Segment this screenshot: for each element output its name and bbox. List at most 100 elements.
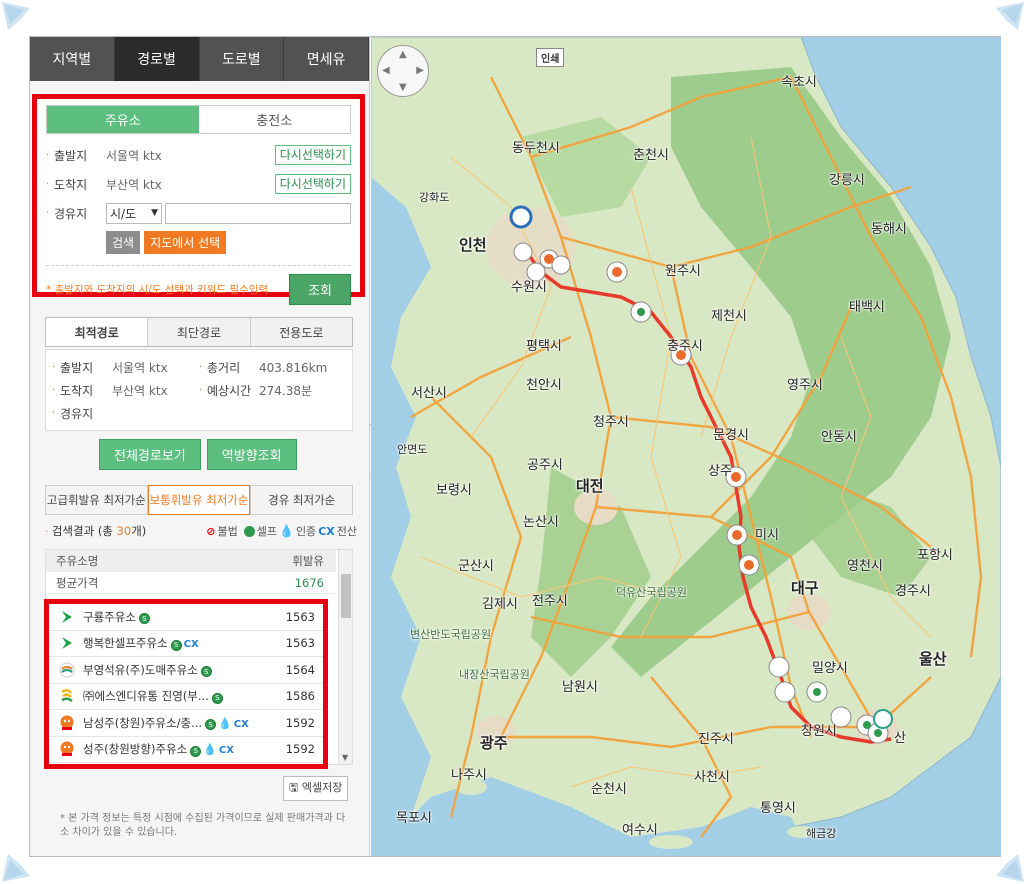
- bullet-icon: ·: [199, 362, 203, 373]
- tab-tax-free-oil[interactable]: 면세유: [284, 37, 369, 81]
- chevron-down-icon: ▼: [151, 208, 158, 218]
- origin-reselect-button[interactable]: 다시선택하기: [274, 145, 351, 165]
- average-price-row: 평균가격 1676: [46, 572, 336, 594]
- map-label: 대구: [791, 579, 819, 597]
- tab-expressway-route[interactable]: 전용도로: [250, 318, 352, 346]
- required-input-notice: * 출발지와 도착지의 시/도 선택과 키워드 필수입력: [46, 284, 269, 296]
- tab-diesel-lowest[interactable]: 경유 최저가순: [250, 485, 354, 515]
- map-label: 남원시: [562, 680, 598, 695]
- map-label: 진주시: [698, 732, 734, 747]
- tab-by-route[interactable]: 경로별: [114, 37, 200, 81]
- legend: ⊘ 불법 셀프 💧 인증 ⅭⅩ 전산: [206, 523, 357, 539]
- tab-by-region[interactable]: 지역별: [30, 37, 115, 81]
- route-type-tabs: 최적경로 최단경로 전용도로: [45, 317, 353, 347]
- station-row[interactable]: 구룡주유소 S 1563: [49, 604, 323, 631]
- map-label: 논산시: [523, 515, 559, 530]
- station-row[interactable]: 행복한셀프주유소 S ⅭⅩ 1563: [49, 631, 323, 657]
- map-label: 대전: [576, 477, 604, 495]
- destination-reselect-button[interactable]: 다시선택하기: [274, 174, 351, 194]
- map-terrain: [371, 37, 1001, 856]
- tab-charging-station[interactable]: 충전소: [198, 106, 350, 133]
- map-print-button[interactable]: 인쇄: [536, 48, 565, 67]
- via-province-select[interactable]: 시/도 ▼: [106, 202, 162, 224]
- map-label: 춘천시: [633, 148, 669, 163]
- tab-gas-station[interactable]: 주유소: [47, 106, 199, 133]
- submit-search-button[interactable]: 조회: [289, 274, 351, 305]
- via-label: 경유지: [54, 206, 88, 221]
- scrollbar-thumb[interactable]: [341, 574, 351, 618]
- electronic-card-icon: ⅭⅩ: [233, 718, 249, 730]
- bullet-icon: ·: [199, 385, 203, 396]
- map-label: 안동시: [821, 430, 857, 445]
- tab-premium-gasoline-lowest[interactable]: 고급휘발유 최저가순: [45, 485, 148, 515]
- station-price: 1592: [285, 742, 315, 757]
- brand-logo-icon: [59, 662, 75, 678]
- pan-down-icon[interactable]: ▼: [399, 82, 407, 93]
- pan-up-icon[interactable]: ▲: [399, 49, 407, 60]
- select-on-map-button[interactable]: 지도에서 선택: [144, 230, 227, 254]
- reverse-route-button[interactable]: 역방향조회: [206, 439, 297, 470]
- station-row[interactable]: ㈜에스엔디유통 진영(부... S 1586: [49, 684, 323, 710]
- via-search-button[interactable]: 검색: [106, 230, 141, 254]
- map-label: 해금강: [806, 827, 837, 840]
- summary-destination-label: 도착지: [60, 384, 94, 398]
- summary-time-value: 274.38분: [259, 384, 313, 398]
- price-sort-tabs: 고급휘발유 최저가순 보통휘발유 최저가순 경유 최저가순: [45, 485, 354, 515]
- list-header: 주유소명 휘발유: [46, 550, 336, 572]
- tab-shortest-route[interactable]: 최단경로: [148, 318, 251, 346]
- station-name[interactable]: 성주(창원방향)주유소 S 💧 ⅭⅩ: [83, 741, 275, 757]
- view-full-route-button[interactable]: 전체경로보기: [99, 439, 201, 470]
- origin-row: · 출발지 서울역 ktx 다시선택하기: [46, 142, 351, 168]
- bullet-icon: ·: [52, 408, 56, 419]
- map-label: 영천시: [847, 559, 883, 574]
- station-row[interactable]: 성주(창원방향)주유소 S 💧 ⅭⅩ 1592: [49, 737, 323, 763]
- electronic-card-icon: ⅭⅩ: [183, 639, 199, 651]
- route-map[interactable]: ▲ ▼ ◀ ▶ 인쇄 속초시 동두천시 춘천시 강릉시 강화도 동해시 인천 원…: [371, 37, 1001, 856]
- map-pan-control[interactable]: ▲ ▼ ◀ ▶: [377, 45, 429, 97]
- destination-value: 부산역 ktx: [106, 177, 162, 192]
- scroll-down-icon[interactable]: ▼: [342, 753, 348, 762]
- summary-origin-value: 서울역 ktx: [112, 361, 168, 375]
- via-row: · 경유지 시/도 ▼: [46, 200, 351, 226]
- self-service-icon: S: [190, 745, 202, 757]
- map-label: 경주시: [895, 584, 931, 599]
- station-price: 1563: [285, 609, 315, 624]
- map-label: 김제시: [482, 597, 518, 612]
- station-name[interactable]: 행복한셀프주유소 S ⅭⅩ: [83, 635, 275, 651]
- route-summary-row: · 경유지: [52, 402, 346, 425]
- map-label: 동해시: [871, 222, 907, 237]
- highlighted-station-rows: 구룡주유소 S 1563 행복한셀프주유소 S ⅭⅩ 1563 부영석유(주)도매주유소 S 15…: [44, 599, 328, 769]
- pan-left-icon[interactable]: ◀: [382, 65, 390, 76]
- destination-row: · 도착지 부산역 ktx 다시선택하기: [46, 171, 351, 197]
- list-scrollbar[interactable]: ▼: [338, 550, 352, 764]
- station-row[interactable]: 부영석유(주)도매주유소 S 1564: [49, 657, 323, 684]
- bullet-icon: ·: [46, 207, 50, 219]
- map-label: 강릉시: [829, 173, 865, 188]
- map-label: 창원시: [801, 724, 837, 739]
- via-keyword-input[interactable]: [165, 202, 351, 224]
- station-name[interactable]: 남성주(창원)주유소/충... S 💧 ⅭⅩ: [83, 715, 275, 731]
- map-label: 여수시: [622, 823, 658, 838]
- station-row[interactable]: 남성주(창원)주유소/충... S 💧 ⅭⅩ 1592: [49, 710, 323, 737]
- station-name[interactable]: ㈜에스엔디유통 진영(부... S: [83, 688, 275, 704]
- station-name[interactable]: 부영석유(주)도매주유소 S: [83, 662, 275, 678]
- map-label: 내장산국립공원: [459, 668, 530, 681]
- self-service-icon: [243, 525, 255, 537]
- tab-optimal-route[interactable]: 최적경로: [46, 318, 149, 346]
- via-province-select-value: 시/도: [110, 206, 137, 221]
- pan-right-icon[interactable]: ▶: [416, 65, 424, 76]
- map-label: 나주시: [451, 768, 487, 783]
- origin-label: 출발지: [54, 148, 88, 163]
- map-label: 문경시: [713, 428, 749, 443]
- header-station-name: 주유소명: [56, 554, 99, 568]
- station-name[interactable]: 구룡주유소 S: [83, 609, 275, 625]
- excel-save-button[interactable]: 🖫 엑셀저장: [283, 776, 349, 801]
- brand-logo-icon: [59, 688, 75, 704]
- legend-electronic: 전산: [336, 525, 357, 538]
- result-count-prefix: 검색결과 (총: [51, 524, 117, 538]
- result-count-number: 30: [116, 524, 132, 538]
- tab-regular-gasoline-lowest[interactable]: 보통휘발유 최저가순: [147, 485, 251, 515]
- tab-by-road[interactable]: 도로별: [199, 37, 285, 81]
- map-label: 산: [894, 731, 906, 746]
- map-label: 원주시: [665, 264, 701, 279]
